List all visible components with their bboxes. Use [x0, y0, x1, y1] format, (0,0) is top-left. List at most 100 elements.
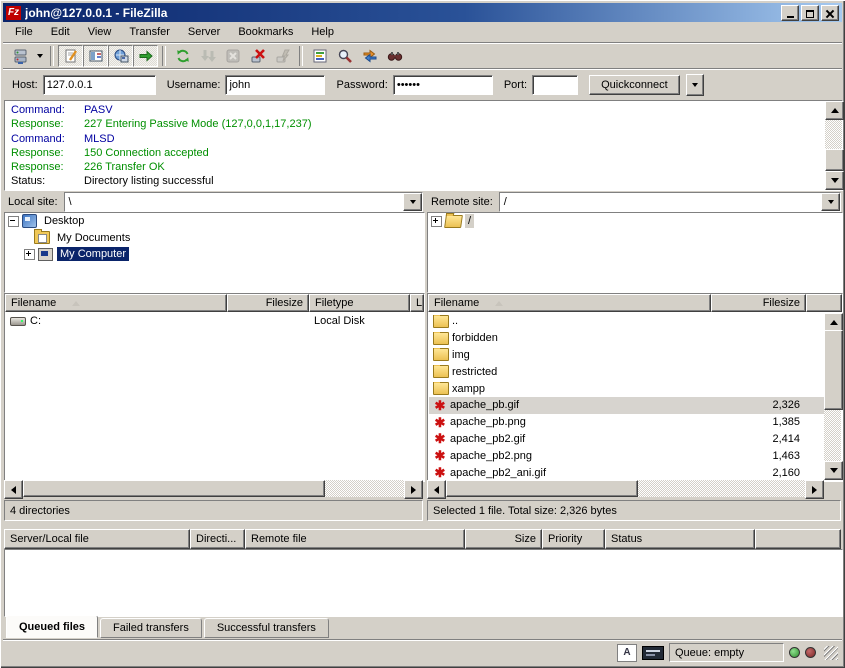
find-files-icon[interactable] — [382, 45, 407, 67]
column-header-filesize[interactable]: Filesize — [227, 294, 309, 312]
column-header-last-modified[interactable]: L — [410, 294, 424, 312]
file-row[interactable]: img — [429, 347, 824, 364]
chevron-down-icon — [37, 54, 43, 58]
speed-limit-icon[interactable] — [642, 646, 664, 660]
activity-led-green-icon — [789, 647, 800, 658]
file-row[interactable]: restricted — [429, 363, 824, 380]
tree-item-root[interactable]: / — [428, 213, 842, 230]
column-header-filesize[interactable]: Filesize — [711, 294, 806, 312]
synchronized-browsing-icon[interactable] — [357, 45, 382, 67]
file-row[interactable]: xampp — [429, 380, 824, 397]
menu-help[interactable]: Help — [302, 23, 343, 41]
column-header-remote-file[interactable]: Remote file — [245, 529, 465, 549]
column-header-filename[interactable]: Filename — [428, 294, 711, 312]
tree-item-my-computer[interactable]: My Computer — [5, 246, 424, 263]
column-header-direction[interactable]: Directi... — [190, 529, 245, 549]
column-header-status[interactable]: Status — [605, 529, 755, 549]
folder-icon — [433, 348, 449, 361]
file-row[interactable]: ✱apache_pb2.gif 2,414 — [429, 431, 824, 448]
process-queue-icon[interactable] — [195, 45, 220, 67]
scrollbar-thumb[interactable] — [825, 149, 844, 171]
column-header-filename[interactable]: Filename — [5, 294, 227, 312]
host-label: Host: — [12, 79, 38, 91]
expand-expander-icon[interactable] — [431, 216, 442, 227]
quickconnect-bar: Host: Username: Password: Port: Quickcon… — [3, 68, 842, 100]
local-site-combo[interactable]: \ — [64, 192, 423, 212]
toggle-local-tree-icon[interactable] — [83, 45, 108, 67]
file-row[interactable]: ✱apache_pb.png 1,385 — [429, 414, 824, 431]
file-row-c-drive[interactable]: C: Local Disk — [6, 313, 423, 330]
close-button[interactable] — [821, 5, 839, 21]
toggle-remote-tree-icon[interactable] — [108, 45, 133, 67]
quickconnect-button[interactable]: Quickconnect — [589, 75, 680, 95]
site-manager-icon[interactable] — [8, 45, 33, 67]
menu-view[interactable]: View — [79, 23, 121, 41]
file-row[interactable]: ✱apache_pb2.png 1,463 — [429, 447, 824, 464]
message-log-scrollbar[interactable] — [825, 101, 842, 190]
menu-edit[interactable]: Edit — [42, 23, 79, 41]
scroll-up-button[interactable] — [825, 101, 844, 120]
site-manager-dropdown[interactable] — [33, 45, 46, 67]
scroll-right-button[interactable] — [404, 480, 423, 499]
filezilla-window: Fz john@127.0.0.1 - FileZilla File Edit … — [0, 0, 845, 668]
maximize-button[interactable] — [801, 5, 819, 21]
disconnect-icon[interactable] — [245, 45, 270, 67]
toggle-transfer-queue-icon[interactable] — [133, 45, 158, 67]
menu-transfer[interactable]: Transfer — [120, 23, 179, 41]
remote-status-strip: Selected 1 file. Total size: 2,326 bytes — [427, 500, 841, 521]
tree-item-my-documents[interactable]: My Documents — [5, 230, 424, 247]
scroll-left-button[interactable] — [4, 480, 23, 499]
tab-queued-files[interactable]: Queued files — [6, 615, 98, 638]
ascii-transfer-type-icon[interactable]: A — [617, 644, 637, 662]
host-input[interactable] — [43, 75, 156, 95]
triangle-right-icon — [411, 486, 416, 494]
queue-header: Server/Local file Directi... Remote file… — [4, 529, 841, 549]
triangle-up-icon — [830, 320, 838, 325]
remote-list-scrollbar[interactable] — [824, 313, 841, 480]
maximize-icon — [806, 10, 814, 18]
triangle-right-icon — [812, 486, 817, 494]
column-header-server-local-file[interactable]: Server/Local file — [4, 529, 190, 549]
expand-expander-icon[interactable] — [24, 249, 35, 260]
tree-item-desktop[interactable]: Desktop — [5, 213, 424, 230]
reconnect-icon[interactable] — [270, 45, 295, 67]
scroll-down-button[interactable] — [825, 171, 844, 190]
file-row-selected[interactable]: ✱apache_pb.gif 2,326 — [429, 397, 824, 414]
filter-icon[interactable] — [307, 45, 332, 67]
toggle-message-log-icon[interactable] — [58, 45, 83, 67]
scrollbar-thumb[interactable] — [824, 330, 843, 410]
local-horizontal-scrollbar[interactable] — [4, 480, 423, 497]
remote-horizontal-scrollbar[interactable] — [427, 480, 824, 497]
minimize-button[interactable] — [781, 5, 799, 21]
directory-comparison-icon[interactable] — [332, 45, 357, 67]
activity-led-red-icon — [805, 647, 816, 658]
menu-file[interactable]: File — [6, 23, 42, 41]
cancel-operation-icon[interactable] — [220, 45, 245, 67]
collapse-expander-icon[interactable] — [8, 216, 19, 227]
column-header-size[interactable]: Size — [465, 529, 542, 549]
column-header-priority[interactable]: Priority — [542, 529, 605, 549]
quickconnect-dropdown[interactable] — [686, 74, 704, 96]
menu-server[interactable]: Server — [179, 23, 229, 41]
port-input[interactable] — [532, 75, 578, 95]
tab-failed-transfers[interactable]: Failed transfers — [100, 618, 202, 638]
file-row[interactable]: forbidden — [429, 330, 824, 347]
column-header-filetype[interactable]: Filetype — [309, 294, 410, 312]
scroll-right-button[interactable] — [805, 480, 824, 499]
password-input[interactable] — [393, 75, 493, 95]
scrollbar-thumb[interactable] — [23, 480, 325, 497]
username-input[interactable] — [225, 75, 325, 95]
resize-grip[interactable] — [824, 646, 838, 660]
tab-successful-transfers[interactable]: Successful transfers — [204, 618, 329, 638]
scroll-left-button[interactable] — [427, 480, 446, 499]
remote-site-dropdown[interactable] — [821, 193, 840, 211]
local-site-dropdown[interactable] — [403, 193, 422, 211]
file-row[interactable]: ✱apache_pb2_ani.gif 2,160 — [429, 464, 824, 480]
menu-bookmarks[interactable]: Bookmarks — [229, 23, 302, 41]
remote-site-combo[interactable]: / — [499, 192, 841, 212]
my-documents-icon — [34, 231, 50, 244]
scroll-down-button[interactable] — [824, 461, 843, 480]
file-row[interactable]: .. — [429, 313, 824, 330]
refresh-icon[interactable] — [170, 45, 195, 67]
scrollbar-thumb[interactable] — [446, 480, 638, 497]
